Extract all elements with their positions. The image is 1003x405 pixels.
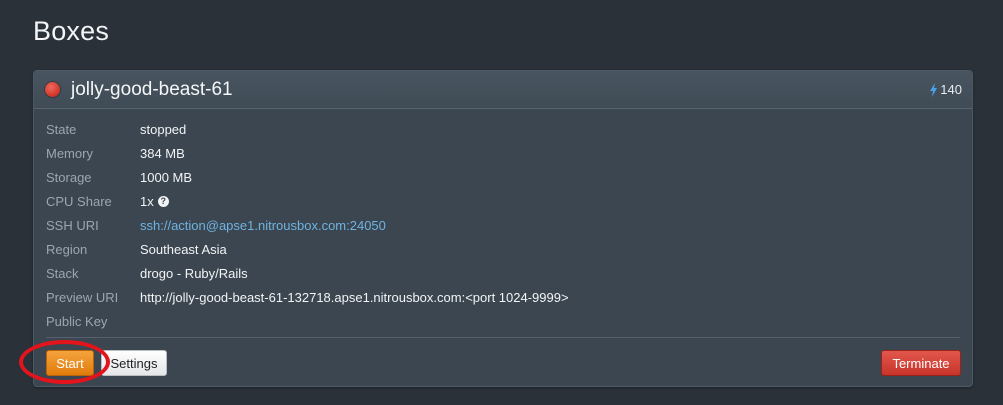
- detail-label: Stack: [46, 265, 79, 281]
- ssh-uri-link[interactable]: ssh://action@apse1.nitrousbox.com:24050: [140, 218, 386, 233]
- page-title: Boxes: [33, 16, 110, 46]
- credits-display: 140: [929, 82, 962, 97]
- detail-row-public-key: Public Key: [46, 309, 569, 333]
- detail-row-region: Region Southeast Asia: [46, 237, 569, 261]
- detail-row-state: State stopped: [46, 117, 569, 141]
- detail-value: http://jolly-good-beast-61-132718.apse1.…: [140, 289, 569, 305]
- bolt-icon: [929, 82, 938, 97]
- detail-value-wrap: 1x ?: [140, 194, 169, 209]
- detail-label: Region: [46, 241, 88, 257]
- detail-row-preview-uri: Preview URI http://jolly-good-beast-61-1…: [46, 285, 569, 309]
- terminate-button[interactable]: Terminate: [881, 350, 961, 376]
- detail-label: Public Key: [46, 313, 108, 329]
- detail-label: Preview URI: [46, 289, 119, 305]
- detail-row-cpu-share: CPU Share 1x ?: [46, 189, 569, 213]
- divider: [46, 337, 960, 338]
- detail-value: 384 MB: [140, 145, 185, 161]
- settings-button[interactable]: Settings: [101, 350, 167, 376]
- box-name: jolly-good-beast-61: [71, 79, 233, 100]
- detail-label: CPU Share: [46, 193, 112, 209]
- detail-value: stopped: [140, 121, 187, 137]
- detail-label: Memory: [46, 145, 93, 161]
- detail-row-stack: Stack drogo - Ruby/Rails: [46, 261, 569, 285]
- box-panel: jolly-good-beast-61 140 State stopped Me…: [33, 70, 973, 387]
- detail-value: 1000 MB: [140, 169, 193, 185]
- detail-row-storage: Storage 1000 MB: [46, 165, 569, 189]
- box-details: State stopped Memory 384 MB Storage 1000…: [46, 117, 569, 333]
- detail-value: Southeast Asia: [140, 241, 227, 257]
- detail-row-ssh-uri: SSH URI ssh://action@apse1.nitrousbox.co…: [46, 213, 569, 237]
- detail-row-memory: Memory 384 MB: [46, 141, 569, 165]
- detail-value: 1x: [140, 193, 154, 209]
- start-button[interactable]: Start: [46, 350, 94, 376]
- detail-label: State: [46, 121, 77, 137]
- detail-label: Storage: [46, 169, 92, 185]
- help-icon[interactable]: ?: [157, 195, 169, 207]
- status-indicator-icon: [45, 82, 60, 97]
- credits-value: 140: [940, 82, 962, 97]
- detail-label: SSH URI: [46, 217, 99, 233]
- box-header: jolly-good-beast-61 140: [34, 71, 972, 109]
- detail-value: drogo - Ruby/Rails: [140, 265, 248, 281]
